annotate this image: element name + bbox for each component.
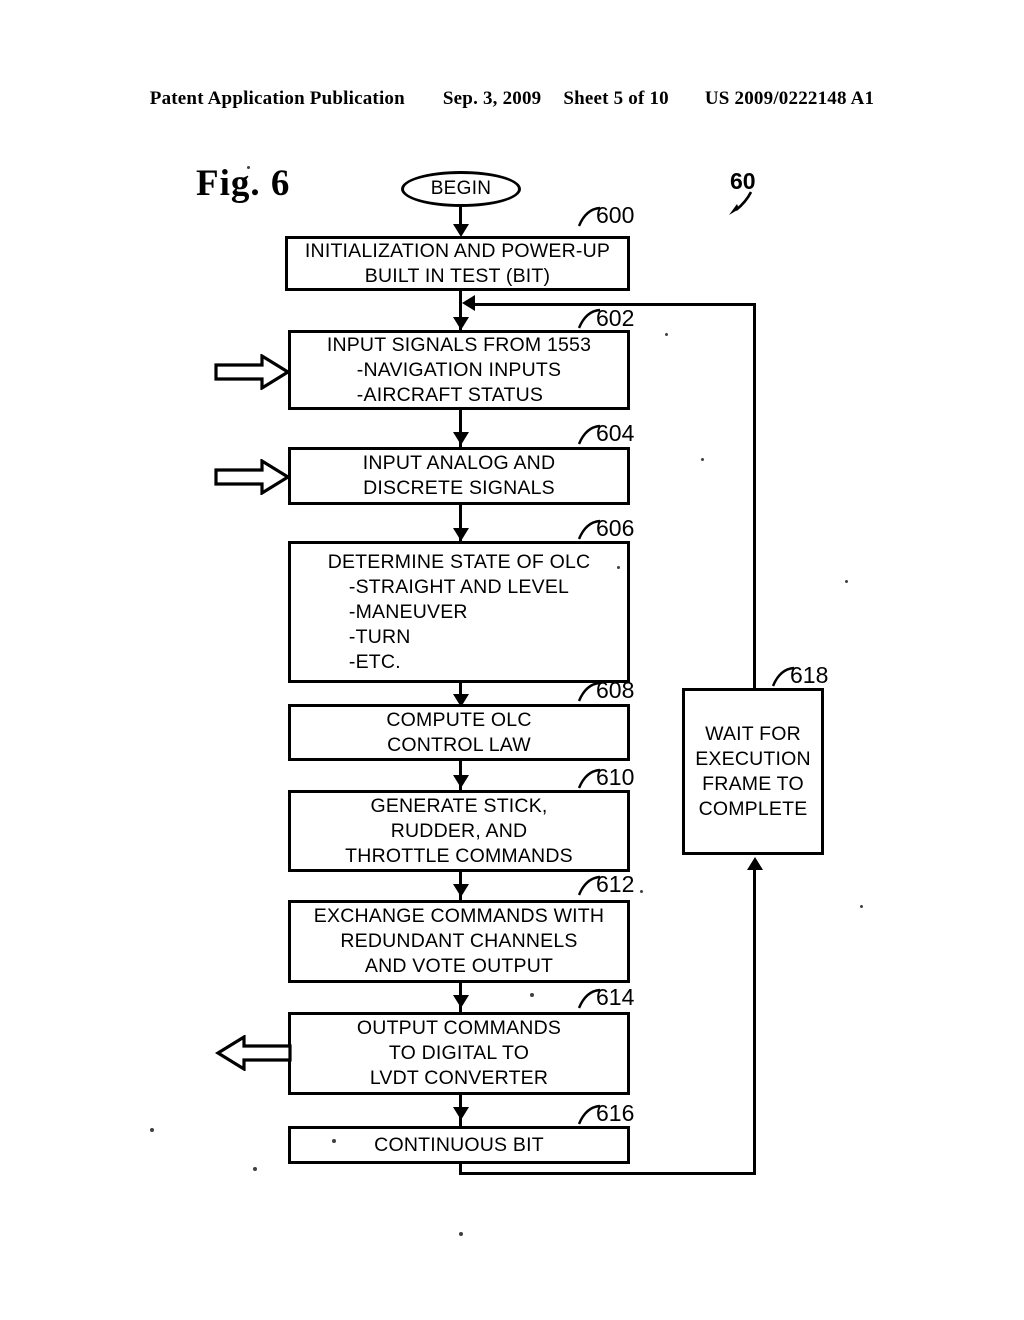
node-602-sub-1: -AIRCRAFT STATUS: [356, 383, 544, 406]
node-618-line-0: WAIT FOR: [705, 722, 801, 745]
node-612-line-0: EXCHANGE COMMANDS WITH: [313, 905, 605, 927]
begin-terminator: BEGIN: [401, 171, 521, 207]
ref-label-602: 602: [596, 305, 635, 331]
node-compute-olc-control-law: COMPUTE OLC CONTROL LAW: [288, 704, 630, 761]
node-610-line-2: THROTTLE COMMANDS: [345, 844, 573, 867]
node-600-line-1: BUILT IN TEST (BIT): [364, 264, 551, 287]
patent-figure-page: Patent Application Publication Sep. 3, 2…: [0, 0, 1024, 1320]
node-614-line-2: LVDT CONVERTER: [369, 1067, 549, 1089]
connector-feedback-left: [470, 303, 756, 306]
scan-speck: [617, 566, 620, 569]
scan-speck: [530, 993, 534, 997]
node-606-sub-1: -MANEUVER: [348, 600, 468, 623]
node-618-line-2: FRAME TO: [702, 772, 804, 795]
node-614-line-0: OUTPUT COMMANDS: [356, 1017, 562, 1039]
scan-speck: [640, 890, 643, 893]
node-604-line-0: INPUT ANALOG AND: [362, 452, 556, 474]
overall-reference-arrow-icon: [729, 191, 753, 215]
figure-title: Fig. 6: [196, 163, 291, 204]
scan-speck: [253, 1167, 257, 1171]
ref-label-616: 616: [596, 1100, 635, 1126]
scan-speck: [860, 905, 863, 908]
arrowhead-610-to-612: [453, 884, 469, 897]
node-604-line-1: DISCRETE SIGNALS: [363, 477, 555, 499]
node-602-line-0: INPUT SIGNALS FROM 1553: [326, 333, 592, 356]
node-input-analog-and-discrete-signals: INPUT ANALOG AND DISCRETE SIGNALS: [288, 447, 630, 505]
ref-label-618: 618: [790, 662, 829, 688]
scan-speck: [845, 580, 848, 583]
connector-618-up: [753, 303, 756, 688]
scan-speck: [701, 458, 704, 461]
connector-616-right: [459, 1172, 756, 1175]
arrowhead-600-to-602: [453, 317, 469, 330]
ref-label-612: 612: [596, 871, 635, 897]
node-determine-state-of-olc: DETERMINE STATE OF OLC -STRAIGHT AND LEV…: [288, 541, 630, 683]
node-612-line-2: AND VOTE OUTPUT: [364, 955, 554, 977]
node-614-line-1: TO DIGITAL TO: [388, 1042, 530, 1064]
node-616-line-0: CONTINUOUS BIT: [374, 1133, 544, 1156]
node-continuous-bit: CONTINUOUS BIT: [288, 1126, 630, 1164]
node-initialization-and-power-up-bit: INITIALIZATION AND POWER-UP BUILT IN TES…: [285, 236, 630, 291]
node-606-line-0: DETERMINE STATE OF OLC: [327, 550, 591, 573]
node-606-sub-2: -TURN: [348, 625, 411, 648]
arrowhead-612-to-614: [453, 995, 469, 1008]
begin-label: BEGIN: [430, 178, 492, 199]
node-610-line-1: RUDDER, AND: [390, 819, 528, 842]
arrowhead-602-to-604: [453, 432, 469, 445]
ref-label-604: 604: [596, 420, 635, 446]
node-608-line-1: CONTROL LAW: [387, 733, 531, 756]
ref-label-614: 614: [596, 984, 635, 1010]
node-generate-stick-rudder-throttle-commands: GENERATE STICK, RUDDER, AND THROTTLE COM…: [288, 790, 630, 872]
header-publication: Patent Application Publication: [149, 88, 405, 109]
ref-label-600: 600: [596, 202, 635, 228]
ref-label-606: 606: [596, 515, 635, 541]
node-606-sublist: -STRAIGHT AND LEVEL -MANEUVER -TURN -ETC…: [349, 575, 569, 675]
arrowhead-604-to-606: [453, 528, 469, 541]
scan-speck: [459, 1232, 463, 1236]
node-602-sublist: -NAVIGATION INPUTS -AIRCRAFT STATUS: [357, 358, 561, 408]
node-618-line-3: COMPLETE: [698, 797, 808, 820]
scan-speck: [150, 1128, 154, 1132]
header-patent-number: US 2009/0222148 A1: [704, 88, 875, 109]
page-header: Patent Application Publication Sep. 3, 2…: [0, 88, 1024, 114]
external-input-arrow-analog-discrete-icon: [214, 459, 290, 495]
node-610-line-0: GENERATE STICK,: [370, 794, 548, 817]
external-output-arrow-lvdt-icon: [214, 1035, 292, 1071]
external-input-arrow-1553-icon: [214, 354, 290, 390]
node-606-sub-3: -ETC.: [348, 650, 401, 673]
node-wait-for-execution-frame-to-complete: WAIT FOR EXECUTION FRAME TO COMPLETE: [682, 688, 824, 855]
node-608-line-0: COMPUTE OLC: [386, 708, 532, 731]
node-612-line-1: REDUNDANT CHANNELS: [340, 930, 578, 952]
arrowhead-614-to-616: [453, 1107, 469, 1120]
node-output-commands-to-lvdt-converter: OUTPUT COMMANDS TO DIGITAL TO LVDT CONVE…: [288, 1012, 630, 1095]
connector-up-to-618: [753, 870, 756, 1172]
arrowhead-into-618: [747, 857, 763, 870]
node-606-sub-0: -STRAIGHT AND LEVEL: [348, 575, 570, 598]
node-600-line-0: INITIALIZATION AND POWER-UP: [304, 239, 611, 262]
node-input-signals-from-1553: INPUT SIGNALS FROM 1553 -NAVIGATION INPU…: [288, 330, 630, 410]
scan-speck: [665, 333, 668, 336]
scan-speck: [247, 166, 250, 169]
node-exchange-commands-redundant-channels: EXCHANGE COMMANDS WITH REDUNDANT CHANNEL…: [288, 900, 630, 983]
arrowhead-608-to-610: [453, 775, 469, 788]
scan-speck: [332, 1139, 336, 1143]
ref-label-610: 610: [596, 764, 635, 790]
ref-label-608: 608: [596, 677, 635, 703]
header-date: Sep. 3, 2009: [442, 88, 542, 109]
header-sheet: Sheet 5 of 10: [563, 88, 669, 109]
node-618-line-1: EXECUTION: [695, 747, 811, 770]
node-602-sub-0: -NAVIGATION INPUTS: [356, 358, 562, 381]
